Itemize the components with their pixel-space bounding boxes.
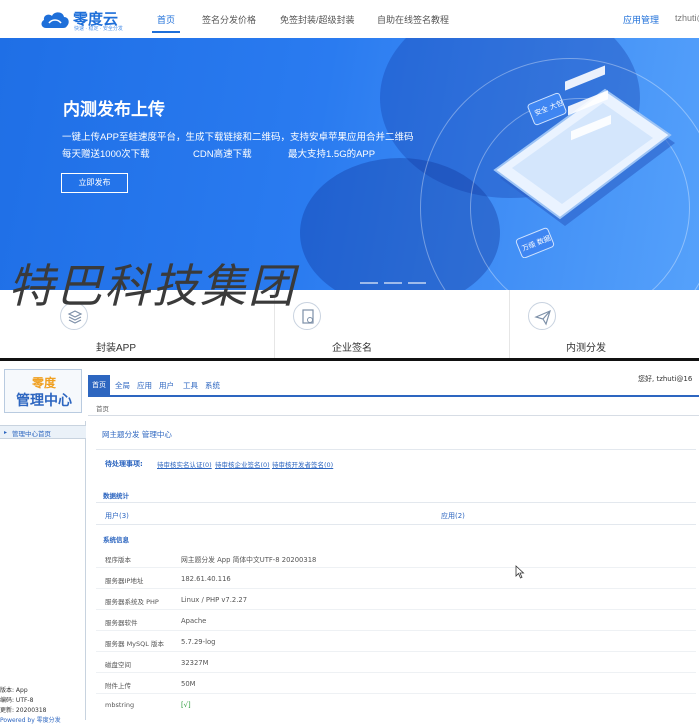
paper-plane-icon: [528, 302, 556, 330]
tabbar-underline: [88, 395, 699, 397]
carousel-dot[interactable]: [408, 282, 426, 284]
sysinfo-label: 服务器IP地址: [105, 577, 144, 585]
sysinfo-value: 32327M: [181, 659, 209, 667]
carousel-dot[interactable]: [360, 282, 378, 284]
divider: [96, 449, 696, 450]
carousel-dot[interactable]: [384, 282, 402, 284]
sysinfo-label: 服务器 MySQL 版本: [105, 640, 164, 648]
tab-home[interactable]: 首页: [88, 375, 110, 395]
stats-section-title: 数据统计: [103, 492, 129, 500]
sysinfo-label: 附件上传: [105, 682, 131, 690]
breadcrumb-divider: [88, 415, 699, 416]
sysinfo-value: Linux / PHP v7.2.27: [181, 596, 248, 604]
footer-release: 更新: 20200318: [0, 707, 47, 714]
sysinfo-value: 50M: [181, 680, 196, 688]
sysinfo-section-title: 系统信息: [103, 536, 129, 544]
top-navbar: 零度云 快速 · 稳定 · 安全分发 首页 签名分发价格 免签封装/超级封装 自…: [0, 0, 699, 38]
sysinfo-value: [√]: [181, 701, 191, 709]
nav-app-manage[interactable]: 应用管理: [623, 13, 659, 26]
mouse-cursor-icon: [515, 565, 525, 579]
card-label: 内测分发: [566, 343, 606, 354]
admin-logo-line1: 零度: [31, 376, 56, 390]
pending-realname-link[interactable]: 待审核实名认证(0): [157, 459, 212, 469]
tab-tools[interactable]: 工具: [183, 380, 198, 391]
sysinfo-value: 182.61.40.116: [181, 575, 231, 583]
landing-page: 零度云 快速 · 稳定 · 安全分发 首页 签名分发价格 免签封装/超级封装 自…: [0, 0, 699, 358]
admin-logo-line2: 管理中心: [16, 393, 72, 409]
nav-home[interactable]: 首页: [157, 13, 175, 26]
pending-developer-link[interactable]: 待审核开发者签名(0): [272, 459, 333, 469]
row-divider: [96, 609, 696, 610]
sysinfo-value: 5.7.29-log: [181, 638, 216, 646]
logo-tagline: 快速 · 稳定 · 安全分发: [74, 26, 123, 32]
nav-tutorial[interactable]: 自助在线签名教程: [377, 13, 449, 26]
breadcrumb[interactable]: 首页: [96, 403, 109, 413]
nav-active-indicator: [152, 31, 180, 33]
sidebar-item-label: 管理中心首页: [12, 430, 51, 438]
card-enterprise-sign[interactable]: 企业签名: [275, 290, 510, 358]
hero-title: 内测发布上传: [63, 100, 165, 119]
row-divider: [96, 567, 696, 568]
sysinfo-label: 服务器软件: [105, 619, 138, 627]
row-divider: [96, 588, 696, 589]
sysinfo-label: 程序版本: [105, 556, 131, 564]
certificate-icon: [293, 302, 321, 330]
row-divider: [96, 630, 696, 631]
card-label: 企业签名: [332, 343, 372, 354]
row-divider: [96, 693, 696, 694]
phone-illustration: 安全 大包 万级 数据: [493, 65, 675, 258]
admin-sidebar: ▸ 管理中心首页 版本: App 编码: UTF-8 更新: 20200318 …: [0, 421, 86, 724]
admin-logo[interactable]: 零度 管理中心: [4, 369, 82, 413]
tab-system[interactable]: 系统: [205, 380, 220, 391]
user-greeting[interactable]: 您好, tzhuti@16: [638, 374, 692, 384]
nav-user[interactable]: tzhuti@: [675, 13, 699, 23]
footer-charset: 编码: UTF-8: [0, 697, 34, 704]
stat-apps[interactable]: 应用(2): [441, 511, 465, 521]
row-divider: [96, 651, 696, 652]
sidebar-item-dashboard[interactable]: ▸ 管理中心首页: [0, 425, 86, 439]
sysinfo-label: 服务器系统及 PHP: [105, 598, 159, 606]
admin-panel: 零度 管理中心 首页 全局 应用 用户 工具 系统 您好, tzhuti@16 …: [0, 361, 699, 724]
sysinfo-value: 网主题分发 App 简体中文UTF-8 20200318: [181, 556, 317, 564]
sysinfo-label: mbstring: [105, 701, 135, 709]
watermark-text: 特巴科技集团: [8, 259, 296, 313]
stat-users[interactable]: 用户(3): [105, 511, 129, 521]
divider: [96, 502, 696, 503]
row-divider: [96, 672, 696, 673]
hero-feature-downloads: 每天赠送1000次下载: [62, 149, 150, 160]
hero-feature-cdn: CDN高速下载: [193, 149, 252, 160]
chevron-right-icon: ▸: [4, 429, 8, 436]
sysinfo-value: Apache: [181, 617, 207, 625]
sysinfo-label: 磁盘空间: [105, 661, 131, 669]
hero-feature-size: 最大支持1.5G的APP: [288, 149, 376, 160]
page-title: 网主题分发 管理中心: [102, 430, 172, 439]
pending-enterprise-link[interactable]: 待审核企业签名(0): [215, 459, 270, 469]
cloud-logo-icon: [41, 12, 69, 28]
tab-global[interactable]: 全局: [115, 380, 130, 391]
nav-pricing[interactable]: 签名分发价格: [202, 13, 256, 26]
hero-description: 一键上传APP至蛙速度平台，生成下载链接和二维码，支持安卓苹果应用合并二维码: [62, 132, 414, 143]
footer-version: 版本: App: [0, 687, 28, 694]
carousel-indicators[interactable]: [360, 271, 432, 289]
divider: [96, 524, 696, 525]
card-label: 封装APP: [96, 343, 137, 354]
tab-users[interactable]: 用户: [159, 380, 174, 391]
site-logo[interactable]: 零度云 快速 · 稳定 · 安全分发: [40, 8, 128, 34]
card-beta-distribution[interactable]: 内测分发: [510, 290, 699, 358]
tab-apps[interactable]: 应用: [137, 380, 152, 391]
nav-wrapping[interactable]: 免签封装/超级封装: [280, 13, 355, 26]
pending-label: 待处理事项:: [105, 460, 143, 468]
publish-now-button[interactable]: 立即发布: [61, 173, 128, 193]
